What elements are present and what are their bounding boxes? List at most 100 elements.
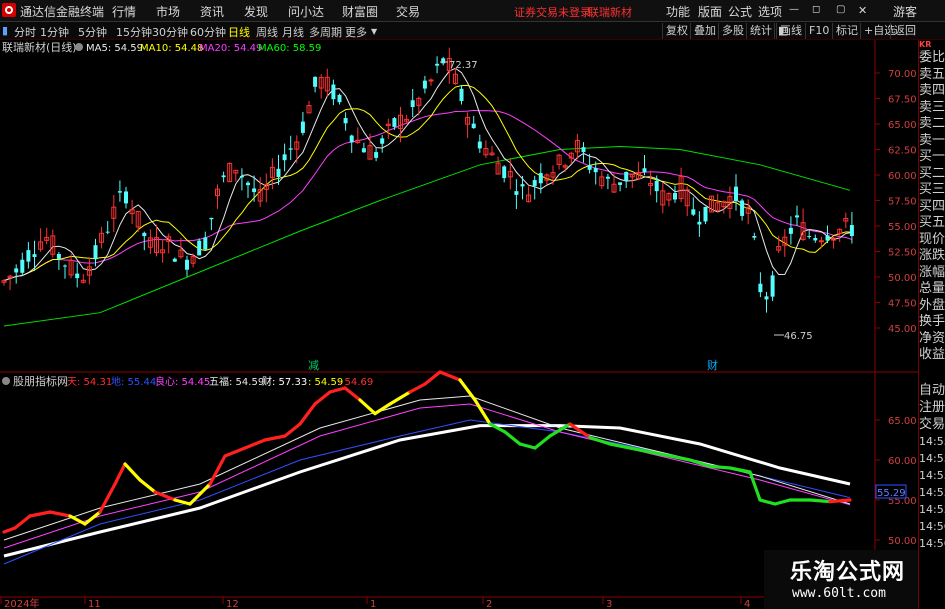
candle-body — [849, 225, 854, 236]
adjust-button[interactable]: 复权 — [662, 23, 688, 39]
stock-link[interactable]: 联瑞新材 — [588, 4, 632, 20]
tian-segment — [588, 436, 612, 446]
stats-button[interactable]: 统计 — [746, 23, 772, 39]
ma60-path — [3, 145, 851, 327]
menu-item-trade[interactable]: 交易 — [396, 3, 420, 20]
tab-1min[interactable]: 1分钟 — [40, 24, 69, 40]
multi-stock-button[interactable]: 多股 — [718, 23, 744, 39]
mark-button[interactable]: 标记 — [832, 23, 858, 39]
menu-item-wealth[interactable]: 财富圈 — [342, 3, 378, 20]
tian-segment — [263, 434, 287, 442]
tick-row: 14:55 — [919, 503, 945, 516]
candle-body — [538, 173, 543, 184]
date-label: 11 — [88, 599, 101, 609]
high-label: 72.37 — [449, 60, 478, 71]
menu-item-options[interactable]: 选项 — [758, 3, 782, 20]
chart-icon: ▮ — [2, 24, 9, 37]
tab-more[interactable]: 更多 — [345, 24, 367, 40]
quote-row: 买三 — [919, 182, 945, 197]
tian-segment — [153, 490, 177, 502]
quote-row: 买四 — [919, 198, 945, 214]
overlay-button[interactable]: 叠加 — [690, 23, 716, 39]
settings-icon[interactable] — [75, 43, 83, 51]
candle-body — [477, 141, 482, 149]
menu-item-formula[interactable]: 公式 — [728, 3, 752, 20]
minimize-button[interactable]: — — [789, 4, 799, 15]
login-notice[interactable]: 证券交易未登录 — [514, 4, 591, 20]
tick-row: 自动 — [919, 383, 945, 398]
price-chart-area[interactable]: 联瑞新材(日线) MA5: 54.59 MA10: 54.48 MA20: 54… — [0, 40, 945, 609]
tab-monthly[interactable]: 月线 — [282, 24, 304, 40]
candle-body — [172, 258, 177, 262]
candle-body — [349, 135, 354, 143]
menu-item-layout[interactable]: 版面 — [698, 3, 722, 20]
tian-segment — [358, 398, 377, 416]
candle-body — [740, 200, 745, 216]
f10-button[interactable]: F10 — [805, 23, 829, 39]
quote-row: 涨幅 — [919, 264, 945, 280]
tab-60min[interactable]: 60分钟 — [190, 24, 226, 40]
cai-line — [3, 424, 851, 558]
tab-15min[interactable]: 15分钟 — [116, 24, 152, 40]
tian-segment — [173, 498, 192, 506]
menu-item-market[interactable]: 市场 — [156, 3, 180, 20]
candle-body — [605, 176, 610, 179]
quote-panel: KR 委比 卖五 卖四 卖三 卖二 卖一 买一 买二 买三 买四 买五 现价 涨跌 涨幅 总量 外盘 换手 净资收… — [918, 40, 945, 372]
tian-segment — [343, 386, 362, 402]
ind-cai: 财: 57.33 — [262, 375, 307, 388]
event-marker-reduce[interactable]: 减 — [308, 359, 319, 372]
candlesticks — [1, 47, 854, 313]
menu-item-function[interactable]: 功能 — [666, 3, 690, 20]
tian-segment — [748, 470, 762, 502]
price-tick-label: 45.00 — [888, 324, 917, 335]
tab-timeshare[interactable]: 分时 — [14, 24, 36, 40]
ma10-label: MA10: 54.48 — [140, 43, 203, 54]
tian-segment — [473, 398, 492, 426]
price-tick-label: 50.00 — [888, 273, 917, 284]
ind-tick-label: 65.00 — [888, 416, 917, 427]
watermark: 乐淘公式网 www.60lt.com — [764, 550, 918, 609]
watermark-url: www.60lt.com — [792, 586, 886, 601]
candle-body — [813, 237, 818, 241]
draw-button[interactable]: 画线 — [776, 23, 802, 39]
menu-item-wenxiaoda[interactable]: 问小达 — [288, 3, 324, 20]
date-label: 2024年 — [4, 597, 39, 609]
price-tick-label: 70.00 — [888, 69, 917, 80]
tab-daily[interactable]: 日线 — [228, 24, 250, 40]
quote-row: 涨跌 — [919, 248, 945, 263]
candle-body — [361, 148, 366, 153]
tian-segment — [223, 446, 247, 458]
back-button[interactable]: 返回 — [890, 23, 916, 39]
tab-multi-period[interactable]: 多周期 — [309, 24, 342, 40]
tab-30min[interactable]: 30分钟 — [152, 24, 188, 40]
candle-body — [770, 275, 775, 297]
price-tick-label: 62.50 — [888, 146, 917, 157]
tian-segment — [283, 422, 302, 438]
close-button[interactable]: ✕ — [858, 4, 867, 17]
low-label: 46.75 — [784, 331, 813, 342]
settings-icon[interactable] — [2, 377, 10, 385]
quote-row: 卖四 — [919, 83, 945, 98]
candle-body — [654, 180, 659, 192]
event-marker-finance[interactable]: 财 — [707, 358, 718, 372]
tab-weekly[interactable]: 周线 — [256, 24, 278, 40]
ma20-line — [3, 109, 853, 282]
tian-segment — [123, 462, 142, 482]
guest-label[interactable]: 游客 — [893, 3, 917, 20]
indicator-lines — [2, 370, 852, 565]
tian-segment — [503, 430, 522, 446]
date-label: 4 — [744, 599, 750, 609]
candle-body — [428, 79, 434, 82]
indicator-axis: 65.0060.0055.0050.00 — [875, 416, 917, 547]
candle-body — [276, 168, 281, 178]
chevron-down-icon[interactable]: ▼ — [371, 27, 377, 36]
tab-5min[interactable]: 5分钟 — [78, 24, 107, 40]
menu-item-news[interactable]: 资讯 — [200, 3, 224, 20]
tian-segment — [28, 510, 52, 518]
menu-item-discover[interactable]: 发现 — [244, 3, 268, 20]
restore-button[interactable]: ◻ — [812, 4, 820, 15]
maximize-button[interactable]: ▢ — [836, 4, 845, 15]
menu-item-quotes[interactable]: 行情 — [112, 3, 136, 20]
candle-body — [300, 121, 305, 133]
candle-body — [758, 283, 763, 293]
